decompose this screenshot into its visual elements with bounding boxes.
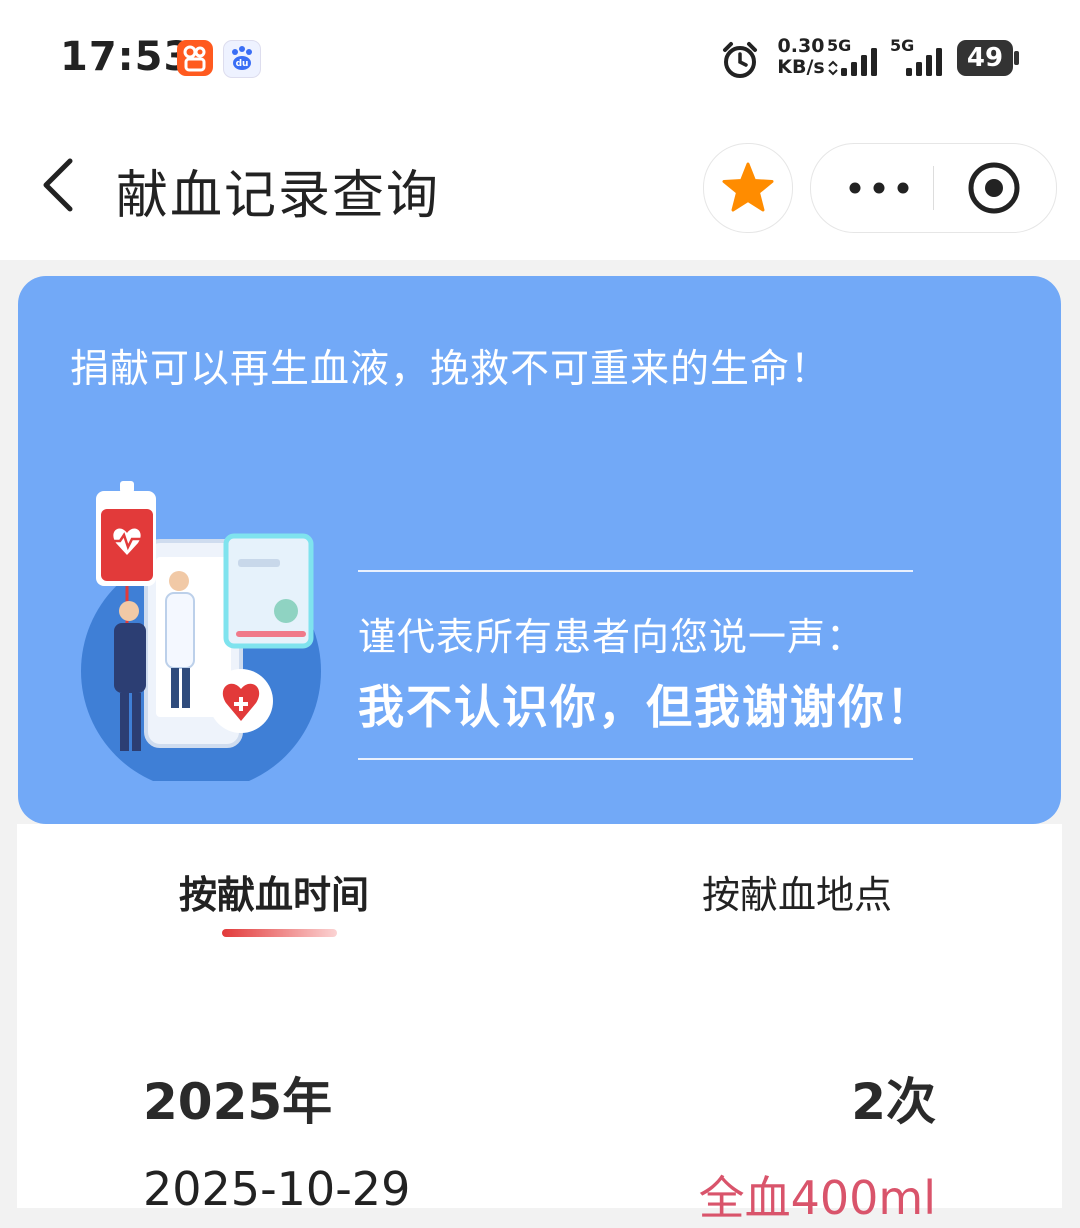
chevron-left-icon — [43, 158, 73, 212]
baidu-app-icon: du — [223, 40, 261, 78]
signal-bars-icon — [906, 48, 942, 76]
tab-by-time[interactable]: 按献血时间 — [179, 864, 369, 919]
target-icon — [968, 162, 1020, 214]
alarm-clock-icon — [720, 40, 760, 84]
close-button[interactable] — [934, 144, 1056, 232]
banner: 捐献可以再生血液，挽救不可重来的生命！ 谨代表所有患者向您说一声： 我不认识你，… — [18, 276, 1061, 824]
active-tab-indicator — [222, 929, 337, 937]
record-year: 2025年 — [143, 1073, 333, 1131]
more-dots-icon — [849, 182, 909, 194]
banner-divider-bottom — [358, 758, 913, 760]
blood-donation-illustration — [76, 481, 336, 791]
banner-thanks-headline: 我不认识你，但我谢谢你！ — [358, 680, 934, 734]
tab-by-place[interactable]: 按献血地点 — [702, 864, 892, 919]
network-speed: 0.30 KB/s — [775, 36, 827, 78]
status-bar: 17:53 du 0.30 KB/s 5G 5G 49 — [0, 0, 1080, 115]
network-speed-value: 0.30 — [777, 35, 825, 57]
battery-indicator: 49 — [957, 40, 1013, 76]
banner-divider-top — [358, 570, 913, 572]
records-card: 按献血时间 按献血地点 2025年 2次 2025-10-29 全血400ml — [17, 824, 1062, 1225]
battery-cap — [1014, 51, 1019, 65]
record-blood-type: 全血400ml — [698, 1171, 936, 1225]
svg-text:du: du — [236, 59, 249, 69]
sim1-network-label: 5G — [827, 36, 852, 55]
status-time: 17:53 — [60, 34, 193, 80]
sim1-signal: 5G — [827, 34, 887, 88]
mini-program-capsule — [810, 143, 1057, 233]
star-icon — [722, 162, 774, 212]
back-button[interactable] — [34, 155, 84, 215]
banner-slogan: 捐献可以再生血液，挽救不可重来的生命！ — [70, 347, 831, 392]
banner-thanks-subtitle: 谨代表所有患者向您说一声： — [358, 615, 866, 659]
nav-bar: 献血记录查询 — [0, 115, 1080, 260]
kuaishou-app-icon — [177, 40, 213, 76]
page-title: 献血记录查询 — [116, 166, 441, 226]
favorite-button[interactable] — [703, 143, 793, 233]
network-speed-unit: KB/s — [777, 56, 825, 78]
more-button[interactable] — [811, 144, 933, 232]
record-year-count: 2次 — [851, 1073, 936, 1131]
